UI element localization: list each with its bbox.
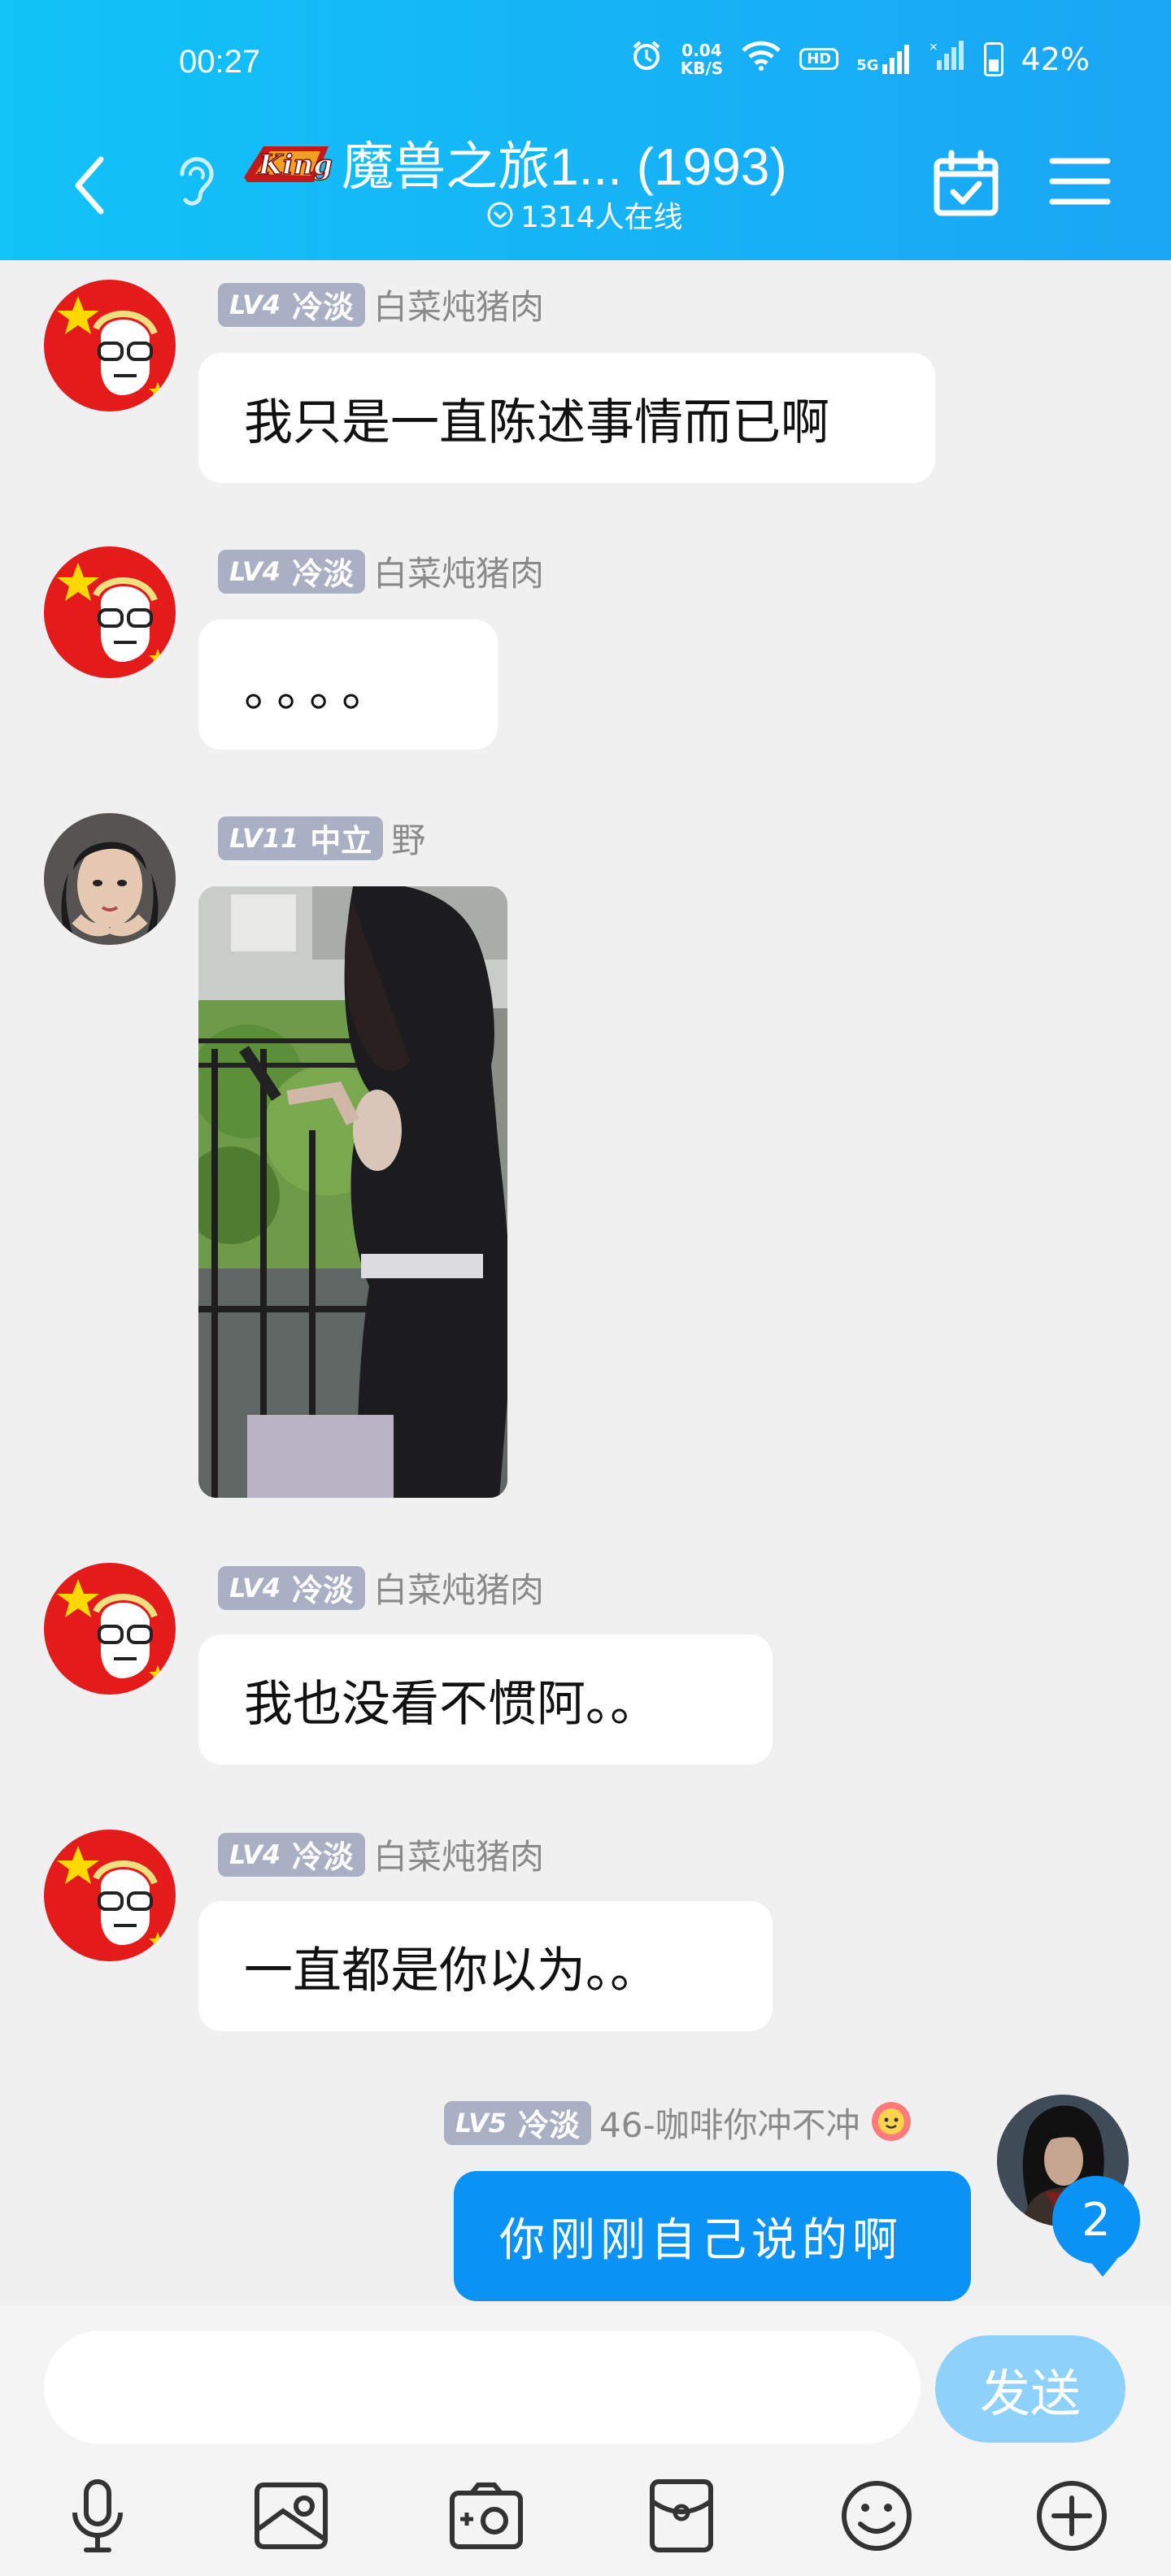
battery-icon [983,41,1003,76]
sender-nickname[interactable]: 白菜炖猪肉 [373,280,544,329]
clock: 00:27 [179,44,261,80]
calendar-check-icon[interactable] [932,150,1000,218]
sender-info: LV4 冷淡 白菜炖猪肉 [218,1563,544,1612]
level-badge: LV4 冷淡 [218,1565,366,1610]
sender-nickname[interactable]: 46-咖啡你冲不冲 [599,2098,860,2147]
level-title: 冷淡 [292,1573,355,1608]
flower-emoji-icon [868,2099,914,2147]
level-text: LV4 [229,289,281,320]
net-speed-unit: KB/S [680,58,724,78]
level-badge: LV4 冷淡 [218,549,366,594]
sender-nickname[interactable]: 白菜炖猪肉 [373,1830,544,1879]
level-title: 冷淡 [518,2108,581,2143]
online-count: 1314人在线 [486,194,683,236]
signal-2-icon: × [929,41,966,77]
level-title: 冷淡 [292,289,355,325]
level-title: 冷淡 [292,556,355,592]
message-bubble[interactable]: 一直都是你以为。。 [198,1901,773,2031]
avatar[interactable] [44,546,176,678]
level-badge: LV11 中立 [218,816,384,860]
send-button[interactable]: 发送 [935,2335,1125,2443]
input-bar: 发送 [0,2306,1171,2576]
back-icon[interactable] [67,153,115,218]
avatar[interactable] [44,813,176,945]
wifi-icon [741,39,781,79]
header: 00:27 0.04 KB/S HD 5G × 42% King 魔兽之旅1..… [0,0,1171,260]
message-bubble[interactable]: 我也没看不惯阿。。 [198,1634,773,1764]
camera-icon[interactable] [447,2477,525,2555]
online-count-label: 1314人在线 [520,201,683,234]
message-bubble[interactable]: 。。。。 [198,620,498,750]
avatar[interactable] [44,1830,176,1961]
net-speed: 0.04 KB/S [681,41,723,77]
message-bubble[interactable]: 我只是一直陈述事情而已啊 [198,353,935,483]
sender-nickname[interactable]: 野 [391,813,425,863]
avatar[interactable] [44,280,176,411]
emoji-icon[interactable] [838,2477,916,2555]
message-image[interactable] [198,886,507,1498]
sender-nickname[interactable]: 白菜炖猪肉 [373,1563,544,1612]
ear-icon[interactable] [171,146,215,211]
sender-nickname[interactable]: 白菜炖猪肉 [373,546,544,596]
level-badge: LV4 冷淡 [218,282,366,327]
level-text: LV4 [229,1838,281,1870]
group-logo-icon: King [244,146,333,182]
level-title: 中立 [310,823,372,859]
level-badge: LV4 冷淡 [218,1832,366,1877]
mic-icon[interactable] [59,2477,137,2555]
alarm-icon [630,39,663,79]
logo-text: King [258,149,333,181]
chevron-circle-icon [487,202,513,228]
level-text: LV11 [229,822,299,854]
sender-info: LV11 中立 野 [218,813,425,863]
avatar[interactable] [44,1563,176,1695]
net-speed-value: 0.04 [681,40,722,60]
level-text: LV5 [455,2107,507,2139]
sender-info: LV4 冷淡 白菜炖猪肉 [218,280,544,329]
signal-label: 5G [856,56,879,74]
title-bar: King 魔兽之旅1... (1993) 1314人在线 [0,130,1171,260]
level-text: LV4 [229,1572,281,1603]
message-input[interactable] [44,2330,921,2444]
status-bar: 00:27 0.04 KB/S HD 5G × 42% [0,0,1171,130]
sender-info: LV4 冷淡 白菜炖猪肉 [218,546,544,596]
red-packet-icon[interactable] [642,2477,720,2555]
plus-icon[interactable] [1033,2477,1111,2555]
menu-icon[interactable] [1049,153,1111,210]
level-badge: LV5 冷淡 [444,2100,592,2145]
unread-badge[interactable]: 2 [1052,2176,1140,2277]
sender-info: LV4 冷淡 白菜炖猪肉 [218,1830,544,1879]
signal-icon: 5G [856,44,910,74]
picture-icon[interactable] [252,2477,330,2555]
sender-info: LV5 冷淡 46-咖啡你冲不冲 [444,2098,914,2147]
svg-text:×: × [929,41,938,54]
battery-percent: 42% [1021,41,1090,77]
level-title: 冷淡 [292,1839,355,1875]
level-text: LV4 [229,555,281,587]
hd-icon: HD [799,48,839,70]
my-message-bubble[interactable]: 你刚刚自己说的啊 [454,2171,971,2301]
group-title[interactable]: 魔兽之旅1... (1993) [342,125,787,200]
chat-screen: { "status_bar": { "time": "00:27", "net_… [0,0,1171,2576]
